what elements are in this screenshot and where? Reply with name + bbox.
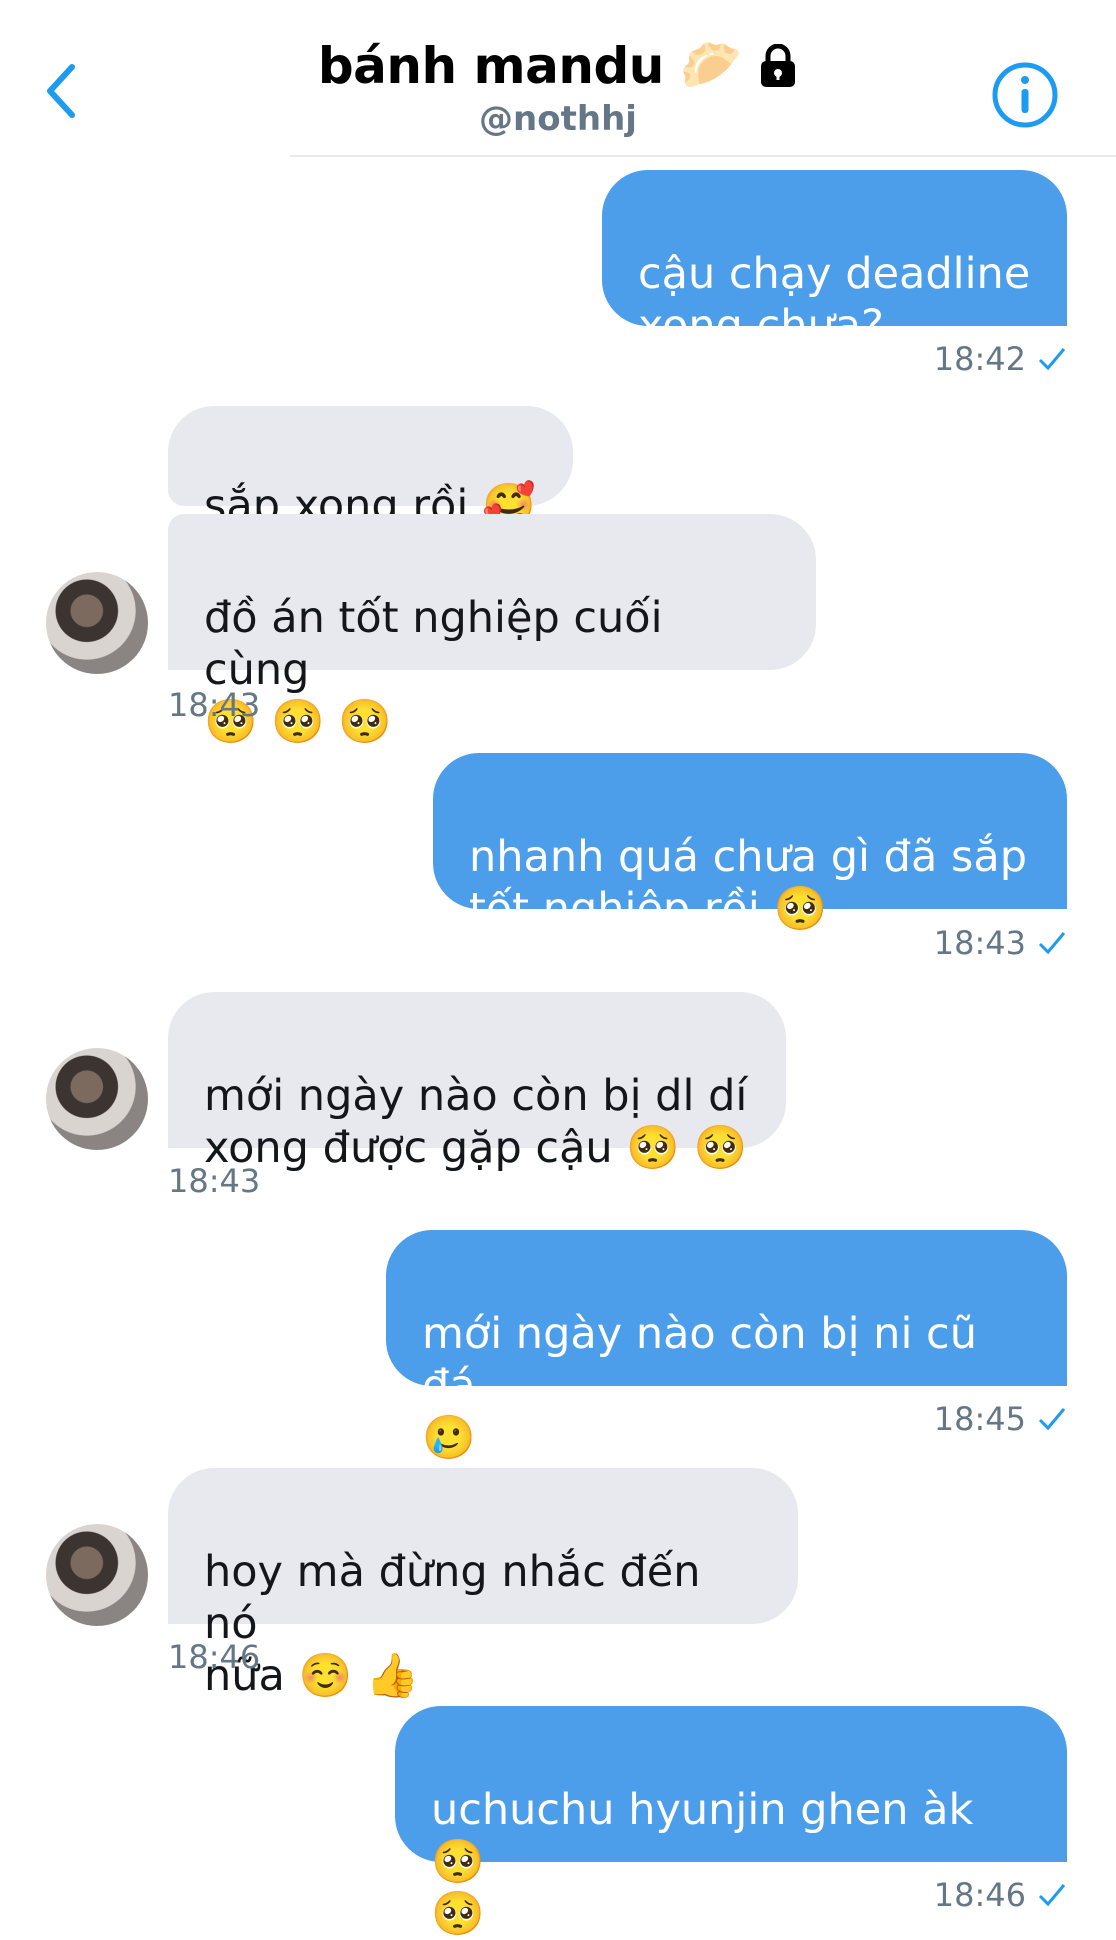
time-label: 18:46 bbox=[168, 1638, 261, 1676]
dumpling-emoji: 🥟 bbox=[679, 36, 743, 94]
conversation-header: bánh mandu 🥟 @nothhj bbox=[0, 0, 1116, 157]
info-icon bbox=[992, 62, 1058, 128]
incoming-message[interactable]: hoy mà đừng nhắc đến nó nữa ☺️ 👍 bbox=[168, 1468, 798, 1701]
message-text: mới ngày nào còn bị ni cũ đá 🥲 bbox=[422, 1309, 977, 1463]
message-text: mới ngày nào còn bị dl dí xong được gặp … bbox=[204, 1071, 748, 1173]
time-label: 18:43 bbox=[168, 686, 261, 724]
read-check-icon bbox=[1038, 348, 1066, 371]
message-timestamp: 18:46 bbox=[934, 1876, 1066, 1914]
message-text: nhanh quá chưa gì đã sắp tốt nghiệp rồi … bbox=[469, 832, 1028, 934]
message-timestamp: 18:46 bbox=[168, 1638, 260, 1676]
time-label: 18:43 bbox=[933, 924, 1026, 962]
conversation-handle: @nothhj bbox=[479, 99, 637, 139]
conversation-title-block[interactable]: bánh mandu 🥟 @nothhj bbox=[0, 36, 1116, 139]
time-label: 18:42 bbox=[933, 340, 1026, 378]
incoming-message[interactable]: sắp xong rồi 🥰 bbox=[168, 406, 573, 531]
outgoing-message[interactable]: mới ngày nào còn bị ni cũ đá 🥲 bbox=[386, 1230, 1067, 1463]
read-check-icon bbox=[1038, 1408, 1066, 1431]
message-timestamp: 18:43 bbox=[168, 1162, 260, 1200]
avatar[interactable] bbox=[46, 1524, 148, 1626]
avatar[interactable] bbox=[46, 572, 148, 674]
outgoing-message[interactable]: uchuchu hyunjin ghen àk 🥺 🥺 bbox=[395, 1706, 1067, 1939]
time-label: 18:43 bbox=[168, 1162, 261, 1200]
avatar[interactable] bbox=[46, 1048, 148, 1150]
message-timestamp: 18:43 bbox=[168, 686, 260, 724]
time-label: 18:46 bbox=[933, 1876, 1026, 1914]
incoming-message[interactable]: đồ án tốt nghiệp cuối cùng 🥺 🥺 🥺 bbox=[168, 514, 816, 747]
incoming-message[interactable]: mới ngày nào còn bị dl dí xong được gặp … bbox=[168, 992, 786, 1173]
message-text: hoy mà đừng nhắc đến nó nữa ☺️ 👍 bbox=[204, 1547, 701, 1701]
message-text: đồ án tốt nghiệp cuối cùng 🥺 🥺 🥺 bbox=[204, 593, 663, 747]
read-check-icon bbox=[1038, 1884, 1066, 1907]
message-timestamp: 18:42 bbox=[934, 340, 1066, 378]
message-text: cậu chạy deadline xong chưa? bbox=[638, 249, 1031, 351]
header-divider bbox=[290, 155, 1116, 157]
info-button[interactable] bbox=[990, 60, 1060, 130]
message-text: uchuchu hyunjin ghen àk 🥺 🥺 bbox=[431, 1785, 974, 1939]
outgoing-message[interactable]: cậu chạy deadline xong chưa? bbox=[602, 170, 1067, 351]
read-check-icon bbox=[1038, 932, 1066, 955]
outgoing-message[interactable]: nhanh quá chưa gì đã sắp tốt nghiệp rồi … bbox=[433, 753, 1067, 934]
message-timestamp: 18:43 bbox=[934, 924, 1066, 962]
conversation-title: bánh mandu bbox=[317, 36, 664, 95]
message-timestamp: 18:45 bbox=[934, 1400, 1066, 1438]
lock-icon bbox=[761, 43, 796, 87]
time-label: 18:45 bbox=[933, 1400, 1026, 1438]
